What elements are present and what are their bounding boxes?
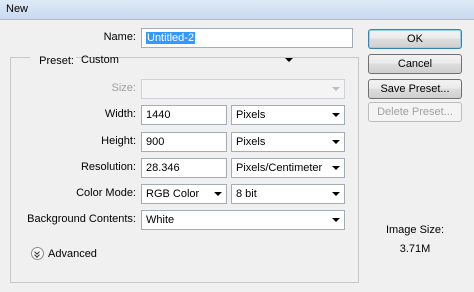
size-select[interactable]: [141, 79, 345, 99]
color-mode-value: RGB Color: [146, 188, 200, 200]
height-input[interactable]: 900: [141, 132, 227, 152]
chevron-down-icon: [332, 166, 340, 170]
height-unit-value: Pixels: [236, 136, 266, 148]
resolution-value: 28.346: [146, 162, 180, 174]
resolution-unit-value: Pixels/Centimeter: [236, 162, 323, 174]
name-input[interactable]: Untitled-2: [141, 28, 353, 48]
height-value: 900: [146, 136, 165, 148]
width-input[interactable]: 1440: [141, 105, 227, 125]
chevron-down-icon: [332, 113, 340, 117]
chevron-down-icon: [332, 140, 340, 144]
chevron-down-icon: [332, 87, 340, 91]
cancel-button[interactable]: Cancel: [368, 54, 462, 74]
resolution-input[interactable]: 28.346: [141, 158, 227, 178]
background-contents-value: White: [146, 214, 175, 226]
window-title: New: [6, 3, 29, 15]
image-size-label: Image Size:: [385, 224, 445, 236]
chevron-down-icon: [285, 58, 293, 62]
preset-label: Preset:: [30, 55, 76, 67]
resolution-label: Resolution:: [80, 161, 136, 173]
preset-select[interactable]: Custom: [77, 51, 297, 71]
name-label: Name:: [103, 31, 136, 43]
resolution-unit-select[interactable]: Pixels/Centimeter: [231, 158, 345, 178]
ok-button[interactable]: OK: [368, 29, 462, 49]
chevron-down-icon: [332, 218, 340, 222]
expand-advanced-icon[interactable]: [31, 247, 44, 260]
height-label: Height:: [101, 135, 136, 147]
height-unit-select[interactable]: Pixels: [231, 132, 345, 152]
preset-value: Custom: [81, 54, 119, 66]
color-mode-label: Color Mode:: [76, 187, 136, 199]
size-label: Size:: [111, 82, 136, 94]
width-value: 1440: [146, 109, 171, 121]
background-contents-select[interactable]: White: [141, 210, 345, 230]
color-mode-select[interactable]: RGB Color: [141, 184, 227, 204]
width-unit-value: Pixels: [236, 109, 266, 121]
title-bar[interactable]: New: [0, 0, 474, 20]
chevron-down-icon: [332, 192, 340, 196]
name-value: Untitled-2: [146, 32, 196, 44]
bit-depth-value: 8 bit: [236, 188, 257, 200]
bit-depth-select[interactable]: 8 bit: [231, 184, 345, 204]
delete-preset-button[interactable]: Delete Preset...: [368, 102, 462, 122]
width-unit-select[interactable]: Pixels: [231, 105, 345, 125]
image-size-value: 3.71M: [399, 243, 431, 255]
background-contents-label: Background Contents:: [27, 213, 136, 225]
save-preset-button[interactable]: Save Preset...: [368, 79, 462, 99]
chevron-down-icon: [214, 192, 222, 196]
advanced-label[interactable]: Advanced: [48, 248, 97, 260]
width-label: Width:: [104, 108, 136, 120]
